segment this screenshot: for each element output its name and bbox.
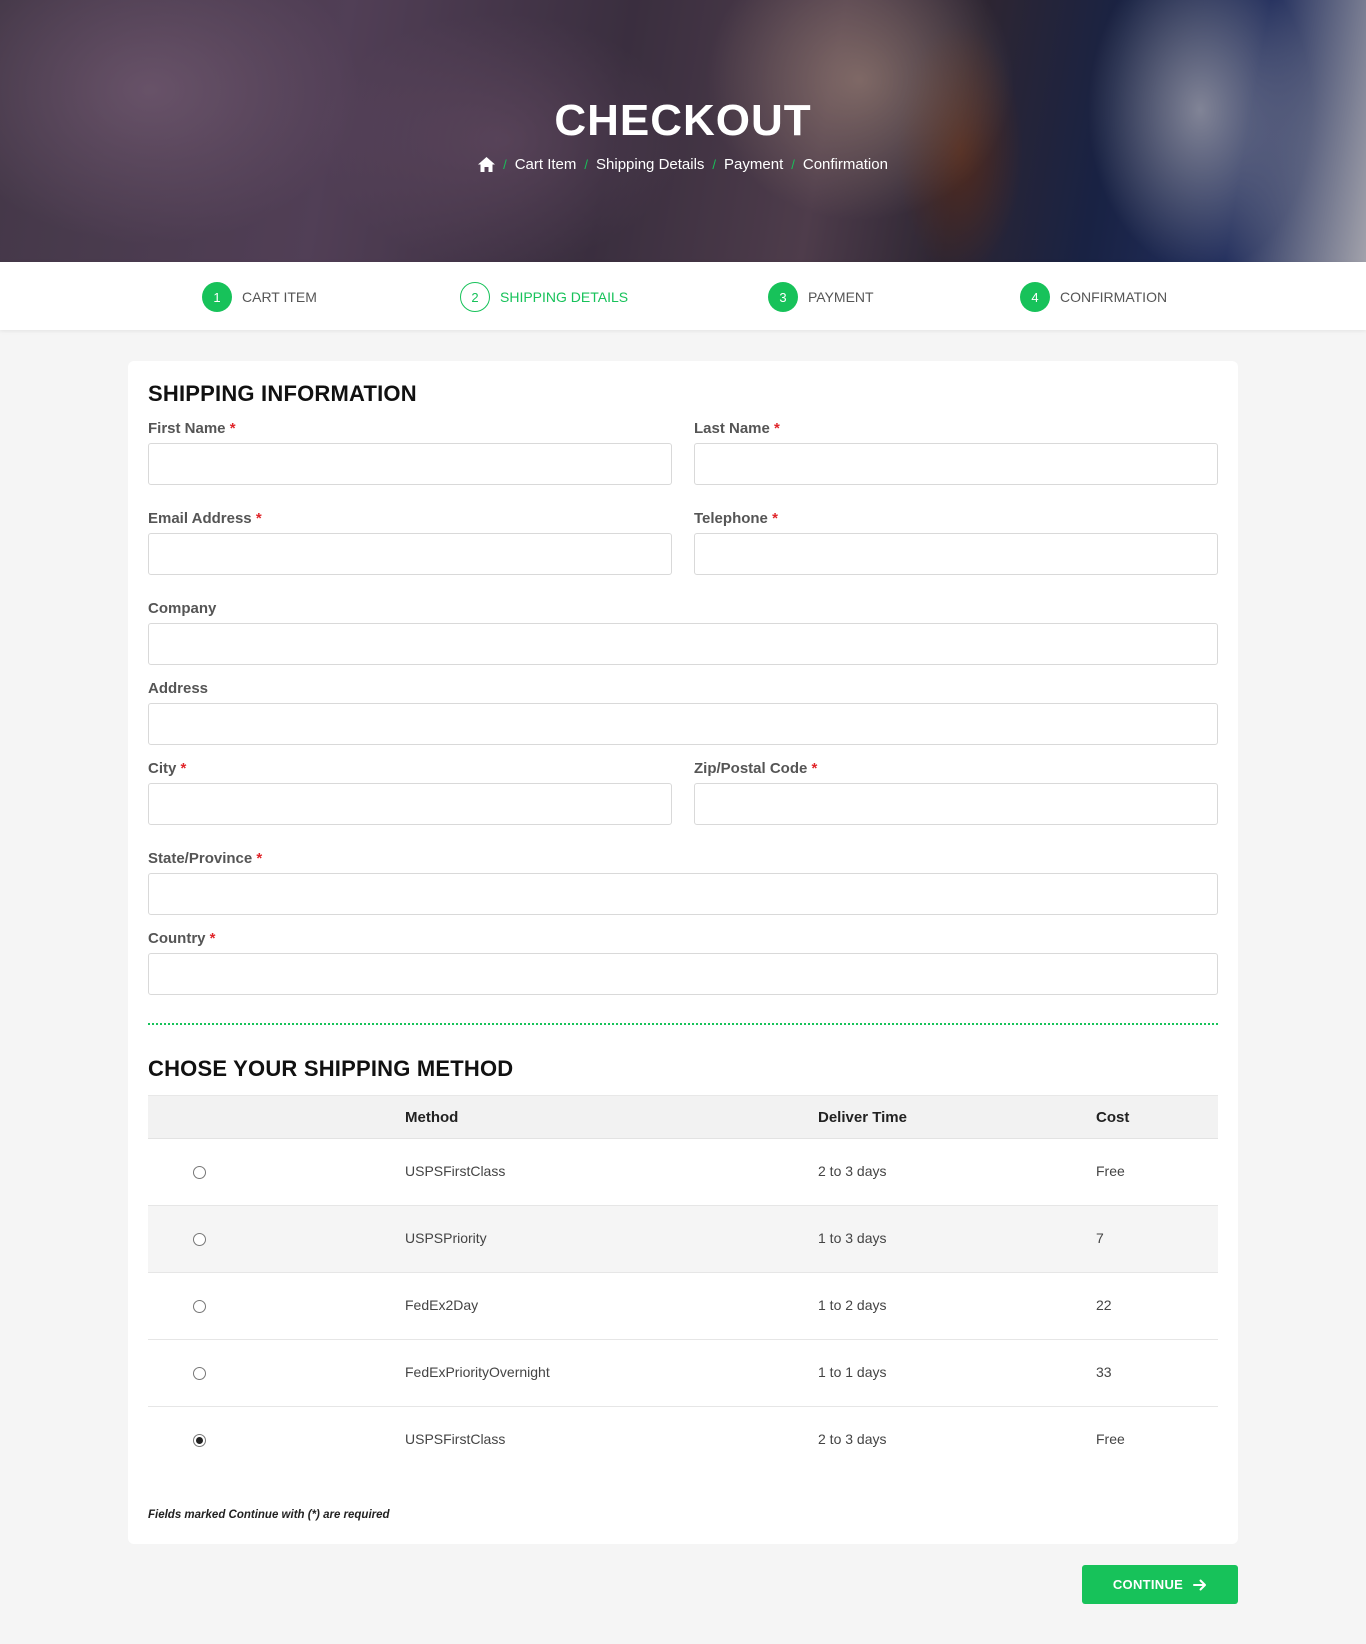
shipping-radio[interactable] [193, 1233, 206, 1246]
telephone-field[interactable] [694, 533, 1218, 575]
last-name-field[interactable] [694, 443, 1218, 485]
column-header-method: Method [405, 1109, 459, 1126]
breadcrumb-payment[interactable]: Payment [724, 156, 783, 173]
shipping-method-table: Method Deliver Time Cost USPSFirstClass … [148, 1095, 1218, 1474]
table-row[interactable]: USPSFirstClass 2 to 3 days Free [148, 1407, 1218, 1474]
step-label: PAYMENT [808, 289, 874, 305]
first-name-field[interactable] [148, 443, 672, 485]
continue-label: CONTINUE [1112, 1577, 1184, 1592]
first-name-label: First Name * [148, 420, 236, 437]
method-cell: USPSPriority [405, 1230, 487, 1246]
breadcrumb-separator: / [503, 157, 507, 172]
step-label: CART ITEM [242, 289, 317, 305]
table-row[interactable]: FedExPriorityOvernight 1 to 1 days 33 [148, 1340, 1218, 1407]
shipping-method-title: CHOSE YOUR SHIPPING METHOD [148, 1056, 514, 1081]
table-row[interactable]: USPSPriority 1 to 3 days 7 [148, 1206, 1218, 1273]
deliver-time-cell: 2 to 3 days [818, 1431, 887, 1447]
breadcrumb-shipping-details[interactable]: Shipping Details [596, 156, 704, 173]
shipping-radio[interactable] [193, 1166, 206, 1179]
method-cell: USPSFirstClass [405, 1163, 506, 1179]
method-cell: USPSFirstClass [405, 1431, 506, 1447]
step-number: 3 [768, 282, 798, 312]
table-row[interactable]: FedEx2Day 1 to 2 days 22 [148, 1273, 1218, 1340]
required-fields-note: Fields marked Continue with (*) are requ… [148, 1509, 390, 1521]
deliver-time-cell: 1 to 1 days [818, 1364, 887, 1380]
checkout-card: SHIPPING INFORMATION First Name * Last N… [128, 361, 1238, 1544]
address-field[interactable] [148, 703, 1218, 745]
city-field[interactable] [148, 783, 672, 825]
country-field[interactable] [148, 953, 1218, 995]
cost-cell: Free [1096, 1431, 1125, 1447]
method-cell: FedEx2Day [405, 1297, 479, 1313]
step-number: 4 [1020, 282, 1050, 312]
step-confirmation[interactable]: 4 CONFIRMATION [1020, 282, 1167, 312]
step-label: CONFIRMATION [1060, 289, 1168, 305]
hero-banner: CHECKOUT / Cart Item / Shipping Details … [0, 0, 1366, 262]
table-header: Method Deliver Time Cost [148, 1095, 1218, 1139]
breadcrumb-separator: / [584, 157, 589, 172]
state-label: State/Province * [148, 850, 263, 867]
zip-label: Zip/Postal Code * [694, 760, 818, 777]
cost-cell: 7 [1096, 1230, 1104, 1246]
cost-cell: 22 [1096, 1297, 1112, 1313]
step-number: 1 [202, 282, 232, 312]
deliver-time-cell: 1 to 3 days [818, 1230, 887, 1246]
column-header-cost: Cost [1096, 1109, 1130, 1126]
home-icon[interactable] [478, 157, 496, 172]
email-label: Email Address * [148, 510, 262, 527]
continue-button[interactable]: CONTINUE [1082, 1565, 1238, 1604]
shipping-radio-selected[interactable] [193, 1434, 206, 1447]
section-divider [148, 1023, 1218, 1025]
breadcrumb-separator: / [712, 157, 717, 172]
state-field[interactable] [148, 873, 1218, 915]
shipping-radio[interactable] [193, 1367, 206, 1380]
table-row[interactable]: USPSFirstClass 2 to 3 days Free [148, 1139, 1218, 1206]
city-label: City * [148, 760, 187, 777]
breadcrumb: / Cart Item / Shipping Details / Payment… [0, 156, 1366, 173]
email-field[interactable] [148, 533, 672, 575]
address-label: Address [148, 680, 209, 697]
table-body: USPSFirstClass 2 to 3 days Free USPSPrio… [148, 1139, 1218, 1474]
checkout-steps: 1 CART ITEM 2 SHIPPING DETAILS 3 PAYMENT… [0, 262, 1366, 330]
step-number: 2 [460, 282, 490, 312]
cost-cell: 33 [1096, 1364, 1112, 1380]
step-payment[interactable]: 3 PAYMENT [768, 282, 874, 312]
deliver-time-cell: 1 to 2 days [818, 1297, 887, 1313]
step-cart-item[interactable]: 1 CART ITEM [202, 282, 317, 312]
last-name-label: Last Name * [694, 420, 780, 437]
zip-field[interactable] [694, 783, 1218, 825]
deliver-time-cell: 2 to 3 days [818, 1163, 887, 1179]
step-shipping-details[interactable]: 2 SHIPPING DETAILS [460, 282, 628, 312]
cost-cell: Free [1096, 1163, 1125, 1179]
company-field[interactable] [148, 623, 1218, 665]
breadcrumb-cart-item[interactable]: Cart Item [515, 156, 577, 173]
page-title: CHECKOUT [554, 96, 812, 145]
arrow-right-icon [1193, 1579, 1207, 1590]
company-label: Company [148, 600, 217, 617]
step-label: SHIPPING DETAILS [500, 289, 629, 305]
telephone-label: Telephone * [694, 510, 778, 527]
country-label: Country * [148, 930, 216, 947]
breadcrumb-separator: / [791, 157, 795, 172]
column-header-deliver-time: Deliver Time [818, 1109, 907, 1126]
breadcrumb-confirmation[interactable]: Confirmation [803, 156, 888, 173]
shipping-info-title: SHIPPING INFORMATION [148, 381, 417, 406]
method-cell: FedExPriorityOvernight [405, 1364, 550, 1380]
shipping-radio[interactable] [193, 1300, 206, 1313]
